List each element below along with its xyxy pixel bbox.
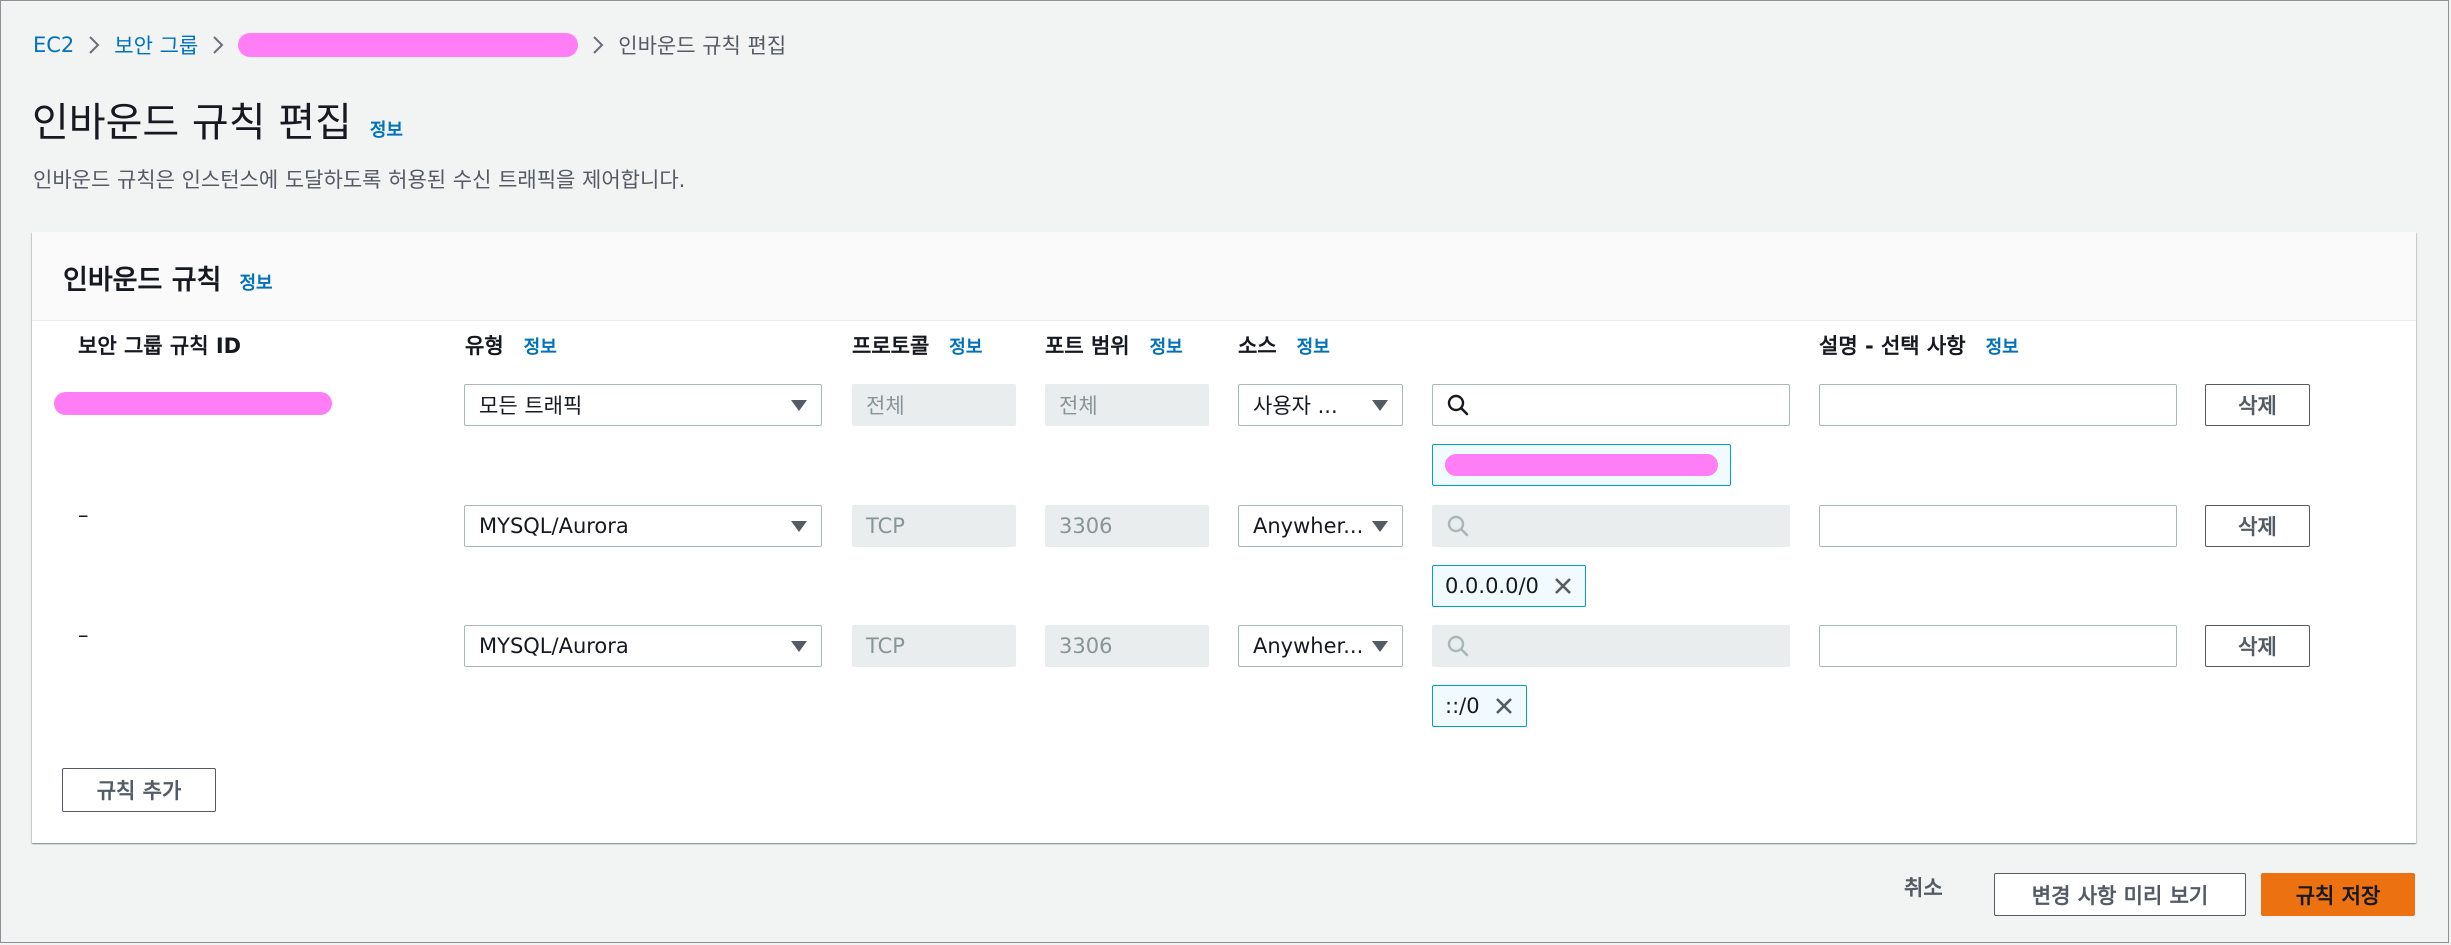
- source-token: ::/0: [1432, 685, 1527, 727]
- col-header-port-range: 포트 범위 정보: [1045, 330, 1183, 360]
- panel-info-link[interactable]: 정보: [239, 269, 272, 295]
- rule-id: –: [78, 623, 89, 647]
- breadcrumb: EC2 보안 그룹 인바운드 규칙 편집: [33, 30, 786, 60]
- search-icon: [1447, 635, 1469, 657]
- page-header: 인바운드 규칙 편집 정보: [32, 90, 403, 148]
- description-input[interactable]: [1819, 384, 2177, 426]
- col-header-rule-id-label: 보안 그룹 규칙 ID: [78, 334, 242, 358]
- close-icon[interactable]: [1494, 696, 1514, 716]
- col-header-source-label: 소스: [1238, 334, 1277, 358]
- delete-button[interactable]: 삭제: [2205, 625, 2310, 667]
- col-header-port-range-label: 포트 범위: [1045, 334, 1130, 358]
- protocol-field: TCP: [852, 625, 1016, 667]
- caret-down-icon: [1372, 399, 1388, 411]
- protocol-field: TCP: [852, 505, 1016, 547]
- delete-button[interactable]: 삭제: [2205, 384, 2310, 426]
- caret-down-icon: [1372, 640, 1388, 652]
- source-token: 0.0.0.0/0: [1432, 565, 1586, 607]
- rule-id: –: [78, 503, 89, 527]
- cancel-button[interactable]: 취소: [1904, 872, 1943, 902]
- port-range-info-link[interactable]: 정보: [1150, 333, 1183, 359]
- source-token-label: ::/0: [1445, 694, 1480, 718]
- panel-title: 인바운드 규칙 정보: [63, 258, 273, 297]
- search-icon: [1447, 394, 1469, 416]
- chevron-right-icon: [88, 35, 100, 55]
- col-header-source: 소스 정보: [1238, 330, 1330, 360]
- protocol-value: 전체: [866, 394, 905, 418]
- description-input[interactable]: [1819, 625, 2177, 667]
- description-input[interactable]: [1819, 505, 2177, 547]
- type-select[interactable]: MYSQL/Aurora: [464, 625, 822, 667]
- type-info-link[interactable]: 정보: [524, 333, 557, 359]
- source-select-value: Anywher...: [1253, 634, 1364, 658]
- panel-title-text: 인바운드 규칙: [63, 265, 222, 296]
- caret-down-icon: [791, 399, 807, 411]
- source-select[interactable]: Anywher...: [1238, 505, 1403, 547]
- type-select-value: MYSQL/Aurora: [479, 514, 629, 538]
- delete-button-label: 삭제: [2238, 635, 2277, 659]
- source-token-redacted: [1445, 454, 1718, 476]
- breadcrumb-ec2[interactable]: EC2: [33, 33, 74, 57]
- description-info-link[interactable]: 정보: [1986, 333, 2019, 359]
- port-range-value: 전체: [1059, 394, 1098, 418]
- preview-changes-button-label: 변경 사항 미리 보기: [2031, 883, 2209, 908]
- col-header-type-label: 유형: [465, 334, 504, 358]
- search-icon: [1447, 515, 1469, 537]
- source-select-value: Anywher...: [1253, 514, 1364, 538]
- port-range-field: 3306: [1045, 505, 1209, 547]
- add-rule-button-label: 규칙 추가: [96, 779, 182, 803]
- delete-button-label: 삭제: [2238, 515, 2277, 539]
- page-info-link[interactable]: 정보: [370, 116, 403, 142]
- col-header-rule-id: 보안 그룹 규칙 ID: [78, 330, 241, 360]
- page-description: 인바운드 규칙은 인스턴스에 도달하도록 허용된 수신 트래픽을 제어합니다.: [33, 168, 686, 192]
- save-rules-button-label: 규칙 저장: [2295, 883, 2381, 908]
- col-header-type: 유형 정보: [465, 330, 557, 360]
- source-info-link[interactable]: 정보: [1297, 333, 1330, 359]
- source-search-input: [1432, 505, 1790, 547]
- source-select[interactable]: 사용자 ...: [1238, 384, 1403, 426]
- inbound-rules-panel: 인바운드 규칙 정보 보안 그룹 규칙 ID 유형 정보 프로토콜 정보 포트 …: [32, 232, 2416, 843]
- chevron-right-icon: [212, 35, 224, 55]
- delete-button-label: 삭제: [2238, 394, 2277, 418]
- port-range-field: 3306: [1045, 625, 1209, 667]
- col-header-description-label: 설명 - 선택 사항: [1819, 334, 1966, 358]
- protocol-value: TCP: [866, 514, 905, 538]
- source-search-input: [1432, 625, 1790, 667]
- source-select[interactable]: Anywher...: [1238, 625, 1403, 667]
- port-range-value: 3306: [1059, 514, 1113, 538]
- page-title: 인바운드 규칙 편집: [32, 100, 352, 146]
- type-select-value: 모든 트래픽: [479, 394, 583, 418]
- source-token-label: 0.0.0.0/0: [1445, 574, 1539, 598]
- source-select-value: 사용자 ...: [1253, 394, 1338, 418]
- save-rules-button[interactable]: 규칙 저장: [2261, 873, 2415, 916]
- col-header-protocol-label: 프로토콜: [852, 334, 930, 358]
- add-rule-button[interactable]: 규칙 추가: [62, 768, 216, 812]
- caret-down-icon: [1372, 520, 1388, 532]
- preview-changes-button[interactable]: 변경 사항 미리 보기: [1994, 873, 2246, 916]
- col-header-description: 설명 - 선택 사항 정보: [1819, 330, 2019, 360]
- protocol-field: 전체: [852, 384, 1016, 426]
- type-select-value: MYSQL/Aurora: [479, 634, 629, 658]
- type-select[interactable]: MYSQL/Aurora: [464, 505, 822, 547]
- col-header-protocol: 프로토콜 정보: [852, 330, 982, 360]
- port-range-field: 전체: [1045, 384, 1209, 426]
- caret-down-icon: [791, 520, 807, 532]
- chevron-right-icon: [592, 35, 604, 55]
- breadcrumb-security-group-id-redacted[interactable]: [238, 33, 579, 57]
- breadcrumb-current: 인바운드 규칙 편집: [618, 34, 787, 58]
- delete-button[interactable]: 삭제: [2205, 505, 2310, 547]
- port-range-value: 3306: [1059, 634, 1113, 658]
- source-search-input[interactable]: [1432, 384, 1790, 426]
- close-icon[interactable]: [1553, 576, 1573, 596]
- protocol-value: TCP: [866, 634, 905, 658]
- source-token: [1432, 444, 1731, 486]
- type-select[interactable]: 모든 트래픽: [464, 384, 822, 426]
- panel-header: 인바운드 규칙 정보: [32, 232, 2416, 321]
- rule-id-redacted: [54, 392, 332, 415]
- breadcrumb-security-groups[interactable]: 보안 그룹: [114, 30, 198, 60]
- protocol-info-link[interactable]: 정보: [949, 333, 982, 359]
- caret-down-icon: [791, 640, 807, 652]
